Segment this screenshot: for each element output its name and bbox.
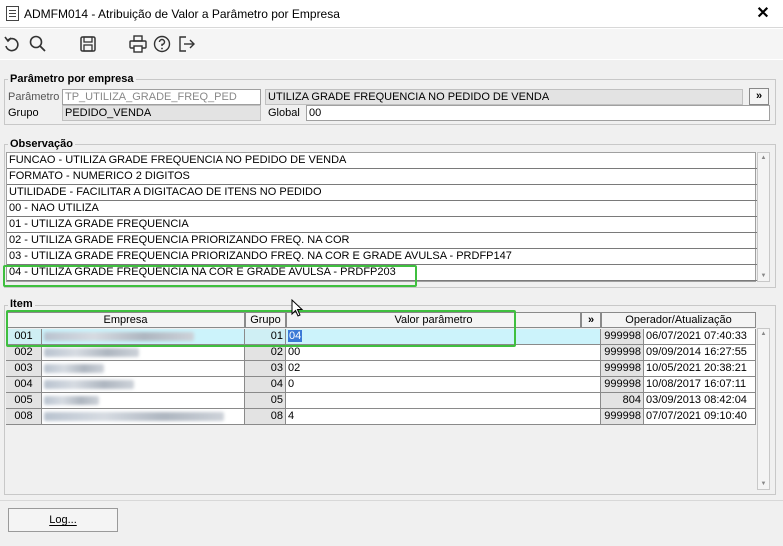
data-cell: 09/09/2014 16:27:55 [644,345,756,361]
parametro-label: Parâmetro [8,91,60,103]
observacao-line: 02 - UTILIZA GRADE FREQUENCIA PRIORIZAND… [7,233,757,249]
log-button-label: Log... [49,514,77,526]
save-icon[interactable] [78,34,98,54]
empresa-name-cell [42,409,245,425]
empresa-name-cell [42,361,245,377]
valor-cell[interactable]: 0 [286,377,601,393]
exit-icon[interactable] [177,34,197,54]
cursor-icon [291,299,304,317]
highlight-box-observacao [3,265,417,287]
valor-cell[interactable]: 00 [286,345,601,361]
empresa-name-cell [42,377,245,393]
log-button[interactable]: Log... [8,508,118,532]
empresa-code-cell: 002 [6,345,42,361]
highlight-box-item [6,310,516,347]
empresa-code-cell: 008 [6,409,42,425]
operador-cell: 804 [601,393,644,409]
close-button[interactable]: ✕ [754,5,772,23]
grupo-label: Grupo [8,107,39,119]
operador-cell: 999998 [601,329,644,345]
data-cell: 07/07/2021 09:10:40 [644,409,756,425]
observacao-line: 00 - NAO UTILIZA [7,201,757,217]
data-cell: 06/07/2021 07:40:33 [644,329,756,345]
grupo-cell: 05 [245,393,286,409]
scroll-down-icon[interactable] [758,481,769,487]
scroll-down-icon[interactable] [758,273,769,279]
observacao-scrollbar[interactable] [757,152,770,282]
empresa-code-cell: 004 [6,377,42,393]
search-icon[interactable] [28,34,48,54]
global-field[interactable]: 00 [306,105,770,121]
valor-cell[interactable] [286,393,601,409]
footer-divider [0,500,783,501]
operador-cell: 999998 [601,377,644,393]
grupo-cell: 03 [245,361,286,377]
scroll-up-icon[interactable] [758,331,769,337]
data-cell: 10/05/2021 20:38:21 [644,361,756,377]
item-scrollbar[interactable] [757,328,770,490]
empresa-name-cell [42,345,245,361]
valor-cell[interactable]: 02 [286,361,601,377]
parametro-descricao-field: UTILIZA GRADE FREQUENCIA NO PEDIDO DE VE… [265,89,743,105]
observacao-line: 03 - UTILIZA GRADE FREQUENCIA PRIORIZAND… [7,249,757,265]
empresa-code-cell: 005 [6,393,42,409]
parametro-section-label: Parâmetro por empresa [8,73,136,85]
observacao-line: UTILIDADE - FACILITAR A DIGITACAO DE ITE… [7,185,757,201]
grupo-field: PEDIDO_VENDA [62,105,261,121]
parametro-field[interactable]: TP_UTILIZA_GRADE_FREQ_PED [62,89,261,105]
item-section-label: Item [8,298,35,310]
operador-cell: 999998 [601,409,644,425]
app-icon [6,6,19,21]
observacao-list[interactable]: FUNCAO - UTILIZA GRADE FREQUENCIA NO PED… [6,152,757,282]
toolbar [0,29,783,59]
header-operador[interactable]: Operador/Atualização [601,312,756,328]
grupo-cell: 04 [245,377,286,393]
observacao-line: FORMATO - NUMERICO 2 DIGITOS [7,169,757,185]
observacao-section-label: Observação [8,138,75,150]
parametro-more-button[interactable]: » [749,88,769,105]
valor-cell[interactable]: 4 [286,409,601,425]
window-title: ADMFM014 - Atribuição de Valor a Parâmet… [24,7,340,21]
observacao-line: 01 - UTILIZA GRADE FREQUENCIA [7,217,757,233]
empresa-name-cell [42,393,245,409]
scroll-up-icon[interactable] [758,155,769,161]
grupo-cell: 02 [245,345,286,361]
data-cell: 03/09/2013 08:42:04 [644,393,756,409]
grupo-cell: 08 [245,409,286,425]
observacao-line: FUNCAO - UTILIZA GRADE FREQUENCIA NO PED… [7,153,757,169]
undo-icon[interactable] [2,34,22,54]
operador-cell: 999998 [601,345,644,361]
print-icon[interactable] [128,34,148,54]
help-icon[interactable] [152,34,172,54]
data-cell: 10/08/2017 16:07:11 [644,377,756,393]
empresa-code-cell: 003 [6,361,42,377]
header-more-button[interactable]: » [581,312,601,328]
operador-cell: 999998 [601,361,644,377]
global-label: Global [268,107,300,119]
